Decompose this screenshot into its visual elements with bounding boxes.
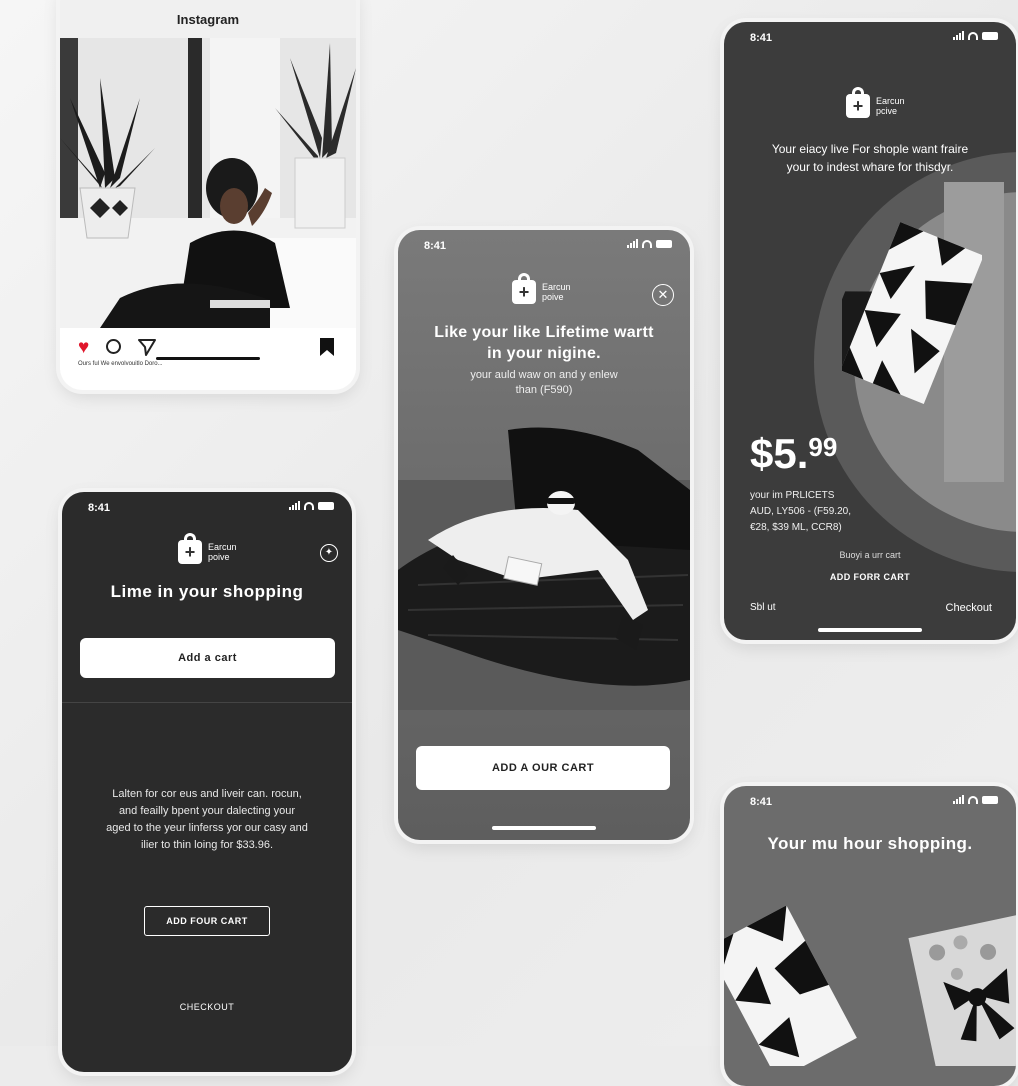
- checkout-link[interactable]: Checkout: [946, 602, 992, 614]
- checkout-link[interactable]: CHECKOUT: [62, 1002, 352, 1012]
- signal-icon: [289, 501, 300, 510]
- status-time: 8:41: [750, 32, 773, 44]
- left-link[interactable]: Sbl ut: [750, 602, 776, 613]
- battery-icon: [318, 501, 334, 510]
- instagram-actions: ♥ Ours ful We envolvouitlo Doro...: [60, 330, 356, 370]
- status-bar: 8:41: [398, 230, 690, 258]
- photo-scene: [60, 38, 356, 328]
- dark-shopping-phone: 8:41 Earcun poive ✦ Lime in your shoppin…: [62, 492, 352, 1072]
- status-icons: [953, 795, 998, 804]
- heart-icon[interactable]: ♥: [78, 337, 89, 359]
- comment-icon[interactable]: [106, 339, 121, 354]
- battery-icon: [656, 239, 672, 248]
- send-icon[interactable]: [138, 338, 156, 356]
- signal-icon: [953, 795, 964, 804]
- instagram-caption: Ours ful We envolvouitlo Doro...: [78, 361, 163, 367]
- price: $5. 99: [750, 432, 837, 476]
- price-phone: 8:41 Earcun pcive Your eiacy live For sh…: [724, 22, 1016, 640]
- wifi-icon: [304, 501, 314, 510]
- gift-box-image[interactable]: [842, 218, 982, 408]
- shopping-bag-icon: [846, 87, 870, 118]
- add-four-cart-button[interactable]: ADD FOUR CART: [144, 906, 270, 936]
- brand-logo: Earcun poive: [512, 273, 571, 304]
- shopping-bag-icon: [512, 273, 536, 304]
- status-time: 8:41: [750, 796, 773, 808]
- status-bar: 8:41: [62, 492, 352, 520]
- brand-name: Earcun poive: [208, 542, 237, 562]
- add-cart-button[interactable]: Add a cart: [80, 638, 335, 678]
- shopping-phone: 8:41 Your mu hour shopping.: [724, 786, 1016, 1086]
- home-indicator: [818, 628, 922, 632]
- description-text: Lalten for cor eus and liveir can. rocun…: [106, 788, 308, 851]
- status-icons: [627, 239, 672, 248]
- brand-logo: Earcun poive: [178, 533, 237, 564]
- subtext: your auld waw on and y enlew than (F590): [470, 369, 618, 396]
- add-to-cart-button[interactable]: ADD A OUR CART: [416, 746, 670, 790]
- brand-name: Earcun pcive: [876, 96, 905, 116]
- product-image[interactable]: [398, 410, 690, 710]
- status-bar: 8:41: [724, 22, 1016, 50]
- home-indicator: [156, 357, 260, 360]
- home-indicator: [492, 826, 596, 830]
- wifi-icon: [968, 31, 978, 40]
- status-icons: [953, 31, 998, 40]
- bookmark-icon[interactable]: [320, 338, 334, 356]
- close-icon[interactable]: ✕: [652, 284, 674, 306]
- price-main: $5.: [750, 430, 809, 477]
- gift-boxes-image[interactable]: [724, 886, 1016, 1066]
- status-icons: [289, 501, 334, 510]
- wifi-icon: [968, 795, 978, 804]
- brand-name: Earcun poive: [542, 282, 571, 302]
- battery-icon: [982, 795, 998, 804]
- wifi-icon: [642, 239, 652, 248]
- shopping-bag-icon: [178, 533, 202, 564]
- add-forr-cart-link[interactable]: ADD FORR CART: [724, 572, 1016, 582]
- headline: Your mu hour shopping.: [767, 834, 973, 853]
- price-note: your im PRLICETS AUD, LY506 - (F59.20, €…: [750, 490, 851, 533]
- divider: [62, 702, 352, 703]
- headline: Like your like Lifetime wartt in your ni…: [434, 324, 654, 362]
- price-cents: 99: [808, 432, 838, 462]
- brand-logo: Earcun pcive: [846, 87, 905, 118]
- headline: Your eiacy live For shople want fraire y…: [771, 142, 969, 174]
- instagram-phone: Instagram ♥ Ours ful We envolvouitlo Dor…: [60, 0, 356, 390]
- status-time: 8:41: [424, 240, 447, 252]
- status-bar: 8:41: [724, 786, 1016, 814]
- signal-icon: [953, 31, 964, 40]
- status-time: 8:41: [88, 502, 111, 514]
- signal-icon: [627, 239, 638, 248]
- page-title: Lime in your shopping: [110, 582, 304, 601]
- battery-icon: [982, 31, 998, 40]
- instagram-title: Instagram: [176, 11, 240, 27]
- subnote: Buoyi a urr cart: [839, 550, 901, 560]
- instagram-photo[interactable]: [60, 38, 356, 328]
- instagram-header: Instagram: [60, 0, 356, 38]
- center-product-phone: 8:41 Earcun poive ✕ Like your like Lifet…: [398, 230, 690, 840]
- compass-icon[interactable]: ✦: [320, 544, 338, 562]
